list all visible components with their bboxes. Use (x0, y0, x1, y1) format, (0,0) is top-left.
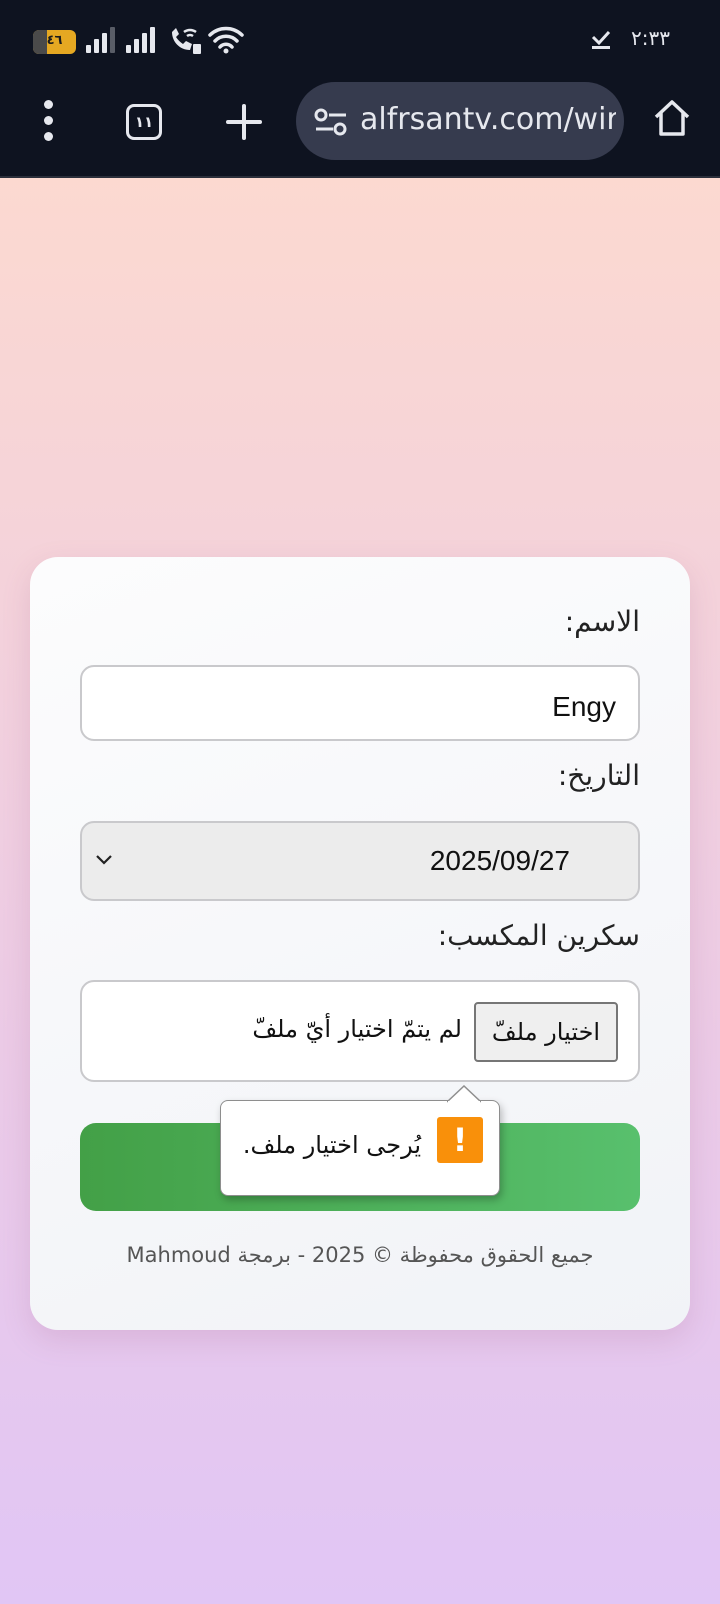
home-icon[interactable] (652, 98, 692, 138)
date-value: 2025/09/27 (429, 845, 570, 876)
date-label: التاريخ: (557, 759, 640, 792)
warning-icon: ! (437, 1117, 483, 1163)
tabs-icon[interactable]: ١١ (126, 104, 162, 140)
browser-toolbar: ١١ alfrsantv.com/wir (0, 80, 720, 178)
wifi-calling-icon (172, 28, 201, 54)
wifi-icon (208, 26, 244, 54)
status-time: ٢:٣٣ (631, 26, 670, 50)
status-bar: ٤٦ ٢:٣٣ (0, 0, 720, 80)
file-field[interactable]: اختيار ملفّ لم يتمّ اختيار أيّ ملفّ (80, 980, 640, 1082)
chevron-down-icon[interactable] (94, 853, 114, 867)
site-settings-icon[interactable] (314, 108, 348, 136)
name-input[interactable] (116, 689, 616, 725)
more-vert-icon[interactable] (36, 100, 62, 142)
url-text[interactable]: alfrsantv.com/wir (360, 102, 616, 142)
validation-tooltip: ! يُرجى اختيار ملف. (220, 1085, 500, 1196)
tooltip-arrow (447, 1085, 481, 1103)
signal-1-icon (86, 27, 115, 53)
choose-file-button[interactable]: اختيار ملفّ (474, 1002, 618, 1062)
download-done-icon (591, 30, 611, 49)
new-tab-plus-icon[interactable] (226, 104, 262, 140)
url-bar[interactable]: alfrsantv.com/wir (296, 82, 624, 160)
file-status: لم يتمّ اختيار أيّ ملفّ (252, 1015, 462, 1043)
battery-icon: ٤٦ (33, 30, 76, 54)
form-card: الاسم: التاريخ: 2025/09/27 سكرين المكسب:… (30, 557, 690, 1330)
name-label: الاسم: (564, 605, 640, 638)
screen-label: سكرين المكسب: (437, 919, 640, 952)
footer-text: جميع الحقوق محفوظة © 2025 - برمجة Mahmou… (126, 1243, 594, 1267)
signal-2-icon (126, 27, 156, 53)
date-field[interactable]: 2025/09/27 (80, 821, 640, 901)
validation-message: يُرجى اختيار ملف. (242, 1131, 421, 1159)
name-field[interactable] (80, 665, 640, 741)
battery-level: ٤٦ (46, 33, 63, 48)
